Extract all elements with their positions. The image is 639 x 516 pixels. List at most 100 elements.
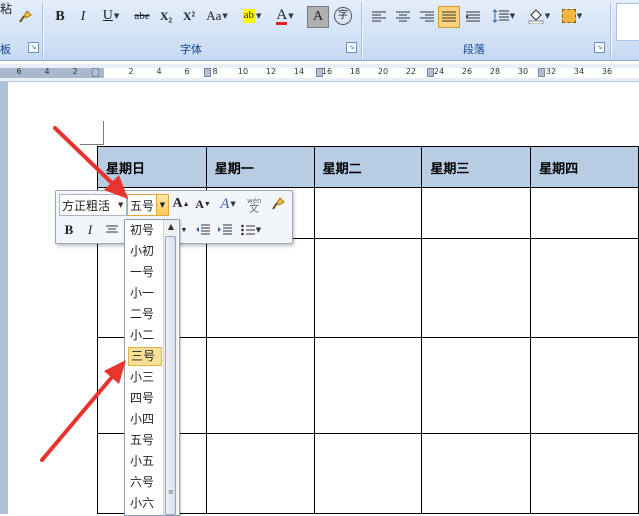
- size-option[interactable]: 小二: [128, 326, 164, 345]
- dropdown-scrollbar[interactable]: ▲ ≡: [163, 220, 178, 515]
- size-option[interactable]: 小六: [128, 494, 164, 513]
- distributed-align-icon[interactable]: [462, 6, 484, 28]
- font-size-dropdown[interactable]: 初号 小初 一号 小一 二号 小二 三号 小三 四号 小四 五号 小五 六号 小…: [124, 219, 180, 516]
- bullets-icon: [240, 224, 255, 236]
- size-option-selected[interactable]: 三号: [128, 347, 162, 366]
- ruler-tick: 14: [293, 67, 305, 76]
- clipboard-group-label: 板: [0, 43, 11, 56]
- grow-font-button[interactable]: A ▲: [171, 194, 191, 214]
- table-cell[interactable]: [421, 337, 532, 434]
- styles-button[interactable]: A ▼: [215, 194, 241, 214]
- ruler-tick: 8: [212, 67, 218, 76]
- shading-button[interactable]: ▼: [524, 6, 554, 26]
- table-header-cell[interactable]: 星期二: [313, 146, 423, 188]
- font-color-button[interactable]: A ▼: [271, 6, 299, 26]
- bullets-button[interactable]: ▼: [237, 220, 265, 240]
- enclose-characters-button[interactable]: 字: [333, 6, 353, 26]
- increase-indent-icon[interactable]: [215, 220, 235, 240]
- font-size-value: 五号: [130, 198, 155, 213]
- table-cell[interactable]: [530, 238, 639, 338]
- text-highlight-button[interactable]: ab ▼: [236, 6, 268, 26]
- table-cell[interactable]: [205, 337, 315, 434]
- size-option[interactable]: 小四: [128, 410, 164, 429]
- paste-label-partial[interactable]: 粘: [0, 0, 12, 18]
- ruler-column-marker[interactable]: [538, 68, 545, 77]
- size-option[interactable]: 初号: [128, 221, 164, 240]
- ruler-tick: 22: [405, 67, 417, 76]
- size-option[interactable]: 小初: [128, 242, 164, 261]
- size-option[interactable]: 小一: [128, 284, 164, 303]
- borders-button[interactable]: ▼: [557, 6, 587, 26]
- align-left-icon[interactable]: [368, 6, 390, 28]
- center-align-icon[interactable]: [102, 220, 122, 240]
- scroll-up-icon[interactable]: ▲: [164, 222, 178, 234]
- bold-button[interactable]: B: [49, 6, 71, 28]
- superscript-button[interactable]: X²: [179, 6, 199, 26]
- italic-button[interactable]: I: [80, 220, 100, 240]
- ruler-tick: 28: [489, 67, 501, 76]
- font-size-combo[interactable]: 五号 ▼: [127, 194, 169, 216]
- grip-icon: ≡: [168, 488, 174, 496]
- ruler-tick: 26: [461, 67, 473, 76]
- size-option[interactable]: 二号: [128, 305, 164, 324]
- ruler-tick: 12: [265, 67, 277, 76]
- decrease-indent-icon[interactable]: [193, 220, 213, 240]
- table-header-cell[interactable]: 星期日: [97, 146, 207, 188]
- bold-button[interactable]: B: [59, 220, 79, 240]
- table-cell[interactable]: [421, 187, 532, 239]
- font-dialog-launcher-icon[interactable]: ↘: [346, 42, 357, 53]
- font-name-combo[interactable]: 方正粗活 ▼: [59, 194, 127, 216]
- styles-gallery-edge[interactable]: [616, 3, 639, 41]
- change-case-button[interactable]: Aa ▼: [203, 6, 231, 26]
- chevron-down-icon[interactable]: ▼: [118, 201, 123, 209]
- table-header-cell[interactable]: 星期一: [205, 146, 315, 188]
- ruler-tick: 24: [433, 67, 445, 76]
- strikethrough-button[interactable]: abe: [131, 6, 153, 26]
- phonetic-guide-icon[interactable]: wén 文: [245, 194, 265, 214]
- table-header-cell[interactable]: 星期三: [421, 146, 532, 188]
- line-spacing-button[interactable]: ▼: [489, 6, 519, 26]
- size-option[interactable]: 小五: [128, 452, 164, 471]
- crop-mark: [80, 144, 103, 145]
- italic-button[interactable]: I: [72, 6, 94, 28]
- table-header-cell[interactable]: 星期四: [530, 146, 639, 188]
- size-option[interactable]: 六号: [128, 473, 164, 492]
- chevron-down-icon[interactable]: ▼: [179, 220, 189, 240]
- table-cell[interactable]: [421, 238, 532, 338]
- table-cell[interactable]: [313, 337, 423, 434]
- size-option[interactable]: 一号: [128, 263, 164, 282]
- table-cell[interactable]: [205, 433, 315, 514]
- paragraph-group-label: 段落: [463, 43, 485, 56]
- horizontal-ruler[interactable]: 6 4 2 2 4 6 8 10 12 14 16 18 20 22 24 26…: [0, 64, 639, 82]
- format-painter-icon[interactable]: [268, 194, 288, 214]
- clipboard-dialog-launcher-icon[interactable]: ↘: [28, 42, 39, 53]
- table-cell[interactable]: [313, 433, 423, 514]
- table-cell[interactable]: [313, 187, 423, 239]
- document-background: [0, 82, 8, 514]
- table-cell[interactable]: [530, 337, 639, 434]
- format-painter-icon[interactable]: [14, 6, 36, 28]
- table-cell[interactable]: [421, 433, 532, 514]
- scrollbar-thumb[interactable]: ≡: [165, 236, 176, 515]
- shrink-font-button[interactable]: A ▼: [193, 194, 213, 214]
- align-center-icon[interactable]: [392, 6, 414, 28]
- paragraph-dialog-launcher-icon[interactable]: ↘: [594, 42, 605, 53]
- ruler-column-marker[interactable]: [204, 68, 211, 77]
- underline-button[interactable]: U ▼: [96, 6, 126, 26]
- size-option[interactable]: 五号: [128, 431, 164, 450]
- table-cell[interactable]: [313, 238, 423, 338]
- ruler-indent-marker[interactable]: [92, 68, 99, 77]
- ruler-tick: 4: [156, 67, 162, 76]
- ruler-tick: 34: [573, 67, 585, 76]
- table-cell[interactable]: [530, 187, 639, 239]
- subscript-button[interactable]: X₂: [156, 6, 176, 26]
- justify-icon[interactable]: [438, 6, 460, 28]
- table-cell[interactable]: [530, 433, 639, 514]
- character-shading-button[interactable]: A: [307, 6, 329, 28]
- align-right-icon[interactable]: [416, 6, 438, 28]
- size-option[interactable]: 四号: [128, 389, 164, 408]
- font-name-value: 方正粗活: [62, 198, 111, 213]
- chevron-down-icon[interactable]: ▼: [156, 195, 168, 215]
- table-cell[interactable]: [205, 238, 315, 338]
- size-option[interactable]: 小三: [128, 368, 164, 387]
